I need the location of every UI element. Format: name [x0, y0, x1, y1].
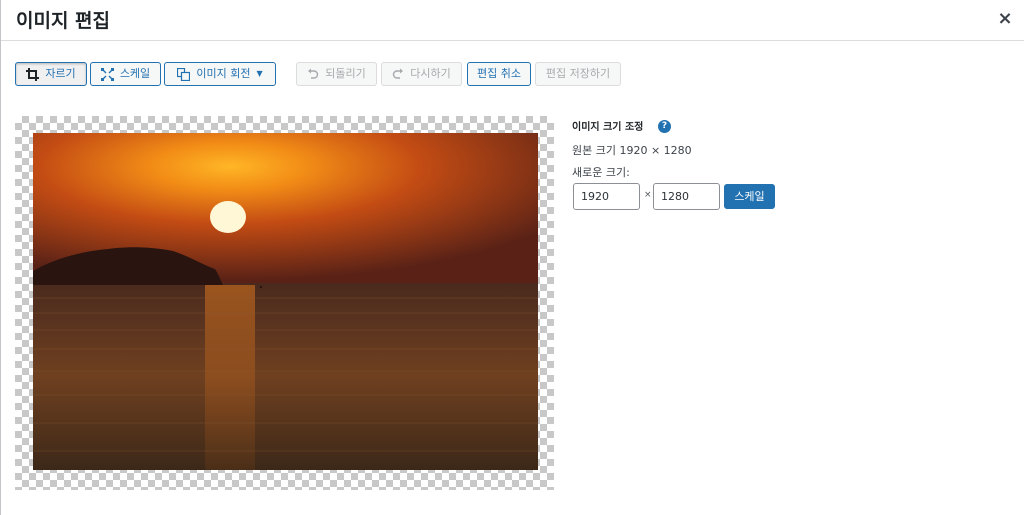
undo-button[interactable]: 되돌리기 — [296, 62, 377, 86]
page-title: 이미지 편집 — [16, 10, 111, 32]
scale-width-input[interactable] — [573, 183, 640, 210]
crop-icon — [26, 67, 40, 81]
apply-scale-button[interactable]: 스케일 — [724, 184, 775, 209]
redo-button[interactable]: 다시하기 — [381, 62, 462, 86]
crop-button[interactable]: 자르기 — [15, 62, 87, 86]
scale-icon — [100, 67, 114, 81]
scale-height-input[interactable] — [653, 183, 720, 210]
chevron-down-icon: ▼ — [256, 69, 263, 78]
new-size-label: 새로운 크기: — [572, 166, 630, 179]
image-edit-dialog: 이미지 편집 × 자르기 스케일 이미지 회전 ▼ 되돌리기 다시하기 편집 취… — [0, 0, 1024, 515]
rotate-dropdown-button[interactable]: 이미지 회전 ▼ — [164, 62, 276, 86]
dialog-header: 이미지 편집 × — [1, 0, 1024, 41]
image-preview — [33, 133, 538, 470]
undo-icon — [307, 68, 319, 80]
save-edit-button[interactable]: 편집 저장하기 — [535, 62, 621, 86]
times-symbol: × — [644, 190, 652, 200]
undo-label: 되돌리기 — [325, 67, 366, 80]
rotate-label: 이미지 회전 — [196, 67, 251, 80]
original-size-text: 원본 크기 1920 × 1280 — [572, 144, 692, 157]
close-icon[interactable]: × — [995, 9, 1015, 29]
redo-label: 다시하기 — [410, 67, 451, 80]
rotate-icon — [177, 67, 191, 81]
scale-button[interactable]: 스케일 — [90, 62, 161, 86]
scale-panel-title: 이미지 크기 조정 — [572, 122, 644, 133]
redo-icon — [392, 68, 404, 80]
crop-label: 자르기 — [45, 67, 76, 80]
cancel-edit-button[interactable]: 편집 취소 — [467, 62, 531, 86]
image-canvas[interactable] — [15, 116, 554, 490]
scale-label: 스케일 — [119, 67, 151, 80]
help-icon[interactable]: ? — [658, 120, 671, 133]
